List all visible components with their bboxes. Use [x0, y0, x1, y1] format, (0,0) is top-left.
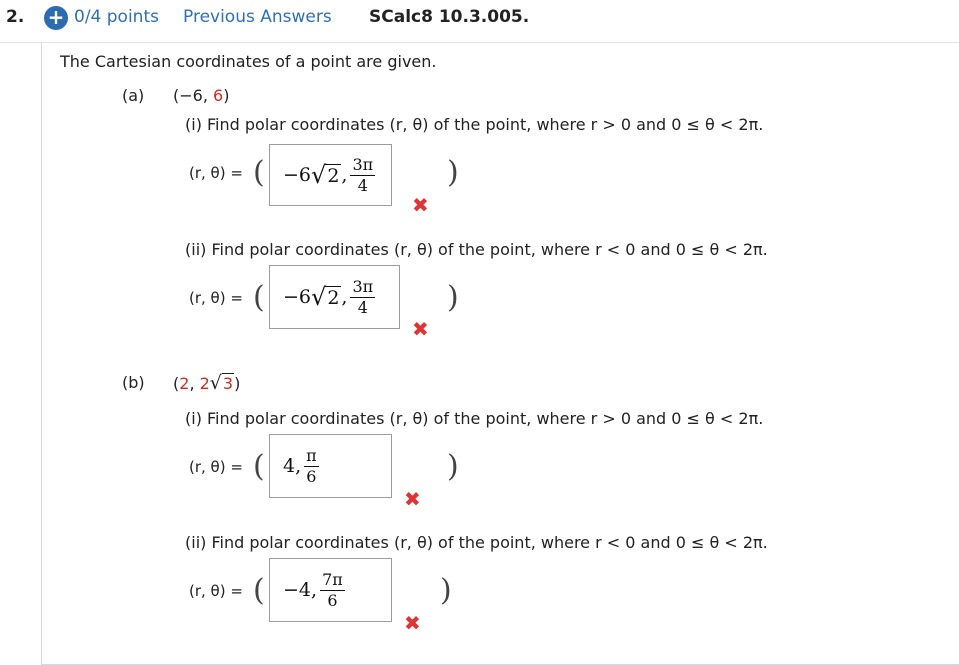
part-b-ii-answer-field[interactable]: −4, 7π 6: [269, 558, 392, 622]
radical-sign: √: [209, 372, 222, 394]
sqrt-expression: √ 2: [311, 283, 342, 311]
close-paren: ): [447, 280, 459, 315]
part-a-ii-question: (ii) Find polar coordinates (r, θ) of th…: [185, 240, 768, 259]
point-close-paren: ): [234, 374, 241, 393]
part-a-i-eq-label: (r, θ) =: [189, 164, 243, 182]
x-mark-icon: ✖: [412, 193, 429, 217]
sqrt-expression: √ 2: [311, 161, 342, 189]
question-code: SCalc8 10.3.005.: [369, 7, 530, 27]
radicand: 2: [325, 164, 342, 187]
part-a-label: (a): [122, 86, 145, 105]
x-mark-icon: ✖: [404, 487, 421, 511]
answer-fraction: 7π 6: [320, 569, 345, 610]
part-a-point: (−6, 6): [173, 86, 229, 105]
part-b-ii-question: (ii) Find polar coordinates (r, θ) of th…: [185, 533, 768, 552]
question-panel: [41, 42, 959, 665]
part-a-ii-answer-field[interactable]: −6 √ 2 , 3π 4: [269, 265, 400, 329]
point-separator: ,: [189, 374, 200, 393]
part-b-ii-eq-label: (r, θ) =: [189, 582, 243, 600]
part-b-i-answer-field[interactable]: 4, π6: [269, 434, 392, 498]
answer-separator: ,: [341, 164, 348, 186]
x-mark-icon: ✖: [412, 317, 429, 341]
points-link[interactable]: 0/4 points: [74, 7, 159, 27]
answer-fraction: π6: [304, 445, 319, 486]
radicand: 2: [325, 286, 342, 309]
radical-sign: √: [311, 283, 327, 311]
part-b-point: (2, 2 √ 3): [173, 373, 240, 393]
radical-sign: √: [311, 161, 327, 189]
part-b-label: (b): [122, 373, 145, 392]
answer-expression: −4, 7π 6: [270, 559, 391, 621]
part-b-i-question: (i) Find polar coordinates (r, θ) of the…: [185, 409, 764, 428]
point-close-paren: ): [223, 86, 230, 105]
part-b-i-eq-label: (r, θ) =: [189, 458, 243, 476]
question-intro: The Cartesian coordinates of a point are…: [60, 52, 437, 71]
answer-prefix: 4,: [283, 455, 302, 477]
fraction-denominator: 4: [357, 175, 368, 195]
fraction-denominator: 6: [306, 466, 317, 486]
question-number: 2.: [6, 7, 25, 27]
close-paren: ): [447, 155, 459, 190]
point-separator: ,: [202, 86, 214, 105]
part-a-i-question: (i) Find polar coordinates (r, θ) of the…: [185, 115, 764, 134]
fraction-numerator: 7π: [320, 569, 345, 591]
close-paren: ): [447, 449, 459, 484]
answer-prefix: −6: [283, 164, 312, 186]
close-paren: ): [440, 573, 452, 608]
answer-separator: ,: [341, 286, 348, 308]
fraction-numerator: 3π: [350, 154, 376, 176]
point-x: 2: [179, 374, 190, 393]
point-y: 6: [213, 86, 224, 105]
open-paren: (: [253, 573, 265, 608]
plus-circle-icon[interactable]: +: [44, 6, 68, 30]
part-a-i-answer-field[interactable]: −6 √ 2 , 3π 4: [269, 144, 392, 206]
open-paren: (: [253, 280, 265, 315]
answer-fraction: 3π 4: [350, 276, 376, 317]
part-a-ii-eq-label: (r, θ) =: [189, 289, 243, 307]
open-paren: (: [253, 155, 265, 190]
answer-prefix: −6: [283, 286, 312, 308]
point-y-sqrt: √ 3: [209, 372, 235, 394]
answer-prefix: −4,: [283, 579, 318, 601]
answer-expression: 4, π6: [270, 435, 391, 497]
answer-expression: −6 √ 2 , 3π 4: [270, 266, 399, 328]
open-paren: (: [253, 449, 265, 484]
point-y-radicand: 3: [221, 373, 235, 393]
fraction-numerator: π: [304, 445, 319, 467]
previous-answers-link[interactable]: Previous Answers: [183, 7, 332, 27]
fraction-denominator: 6: [327, 590, 338, 610]
fraction-numerator: 3π: [350, 276, 376, 298]
fraction-denominator: 4: [357, 297, 368, 317]
answer-fraction: 3π 4: [350, 154, 376, 195]
point-x: −6: [179, 86, 203, 105]
x-mark-icon: ✖: [404, 611, 421, 635]
answer-expression: −6 √ 2 , 3π 4: [270, 145, 391, 205]
point-y-coefficient: 2: [199, 374, 210, 393]
